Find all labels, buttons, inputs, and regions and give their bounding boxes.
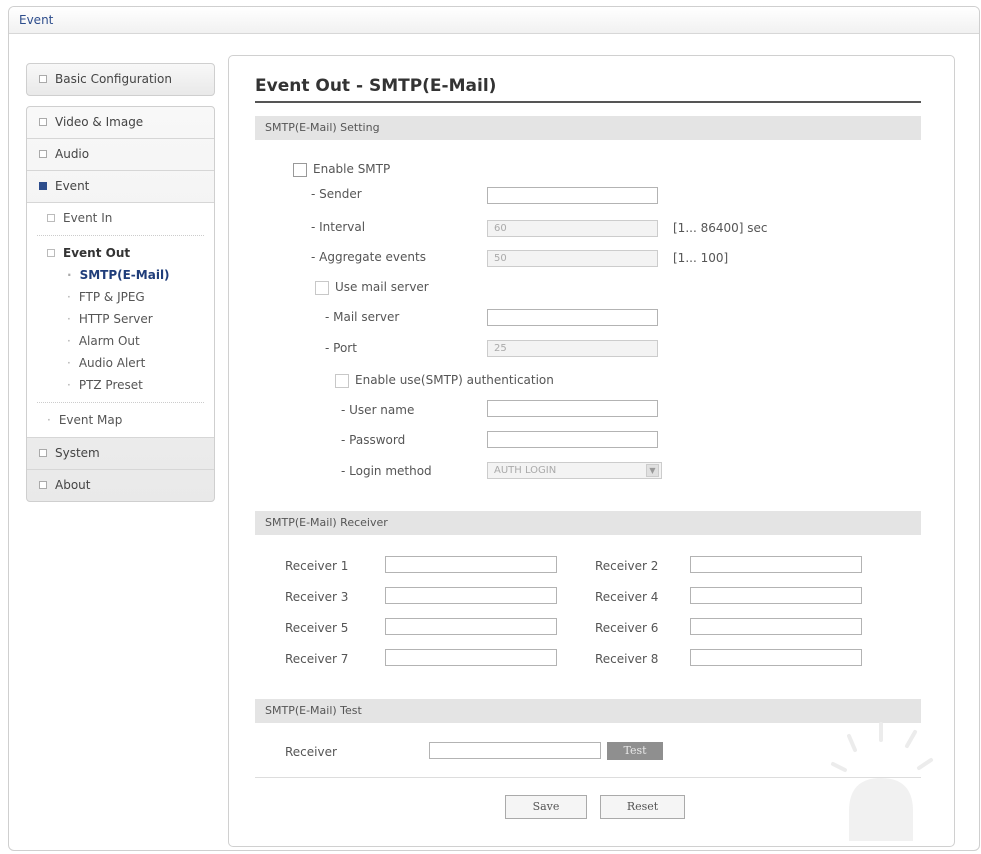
receiver-8-label: Receiver 8 xyxy=(595,652,659,666)
use-mail-server-label: Use mail server xyxy=(335,280,429,294)
reset-button[interactable]: Reset xyxy=(600,795,685,819)
sidebar-item-alarm-out[interactable]: · Alarm Out xyxy=(27,330,214,352)
expand-icon xyxy=(39,74,47,83)
section-header-setting: SMTP(E-Mail) Setting xyxy=(255,116,921,140)
aggregate-events-range: [1... 100] xyxy=(673,251,729,265)
password-input[interactable] xyxy=(487,431,658,448)
alarm-bell-icon xyxy=(831,722,933,841)
sidebar-item-ptz-preset[interactable]: · PTZ Preset xyxy=(27,374,214,396)
receiver-1-label: Receiver 1 xyxy=(285,559,349,573)
test-receiver-input[interactable] xyxy=(429,742,601,759)
sender-label: - Sender xyxy=(311,187,362,201)
mail-server-label: - Mail server xyxy=(325,310,400,324)
test-receiver-label: Receiver xyxy=(285,745,337,759)
divider xyxy=(255,777,921,778)
main-panel: Event Out - SMTP(E-Mail) SMTP(E-Mail) Se… xyxy=(228,55,955,847)
receiver-7-label: Receiver 7 xyxy=(285,652,349,666)
sidebar-item-event[interactable]: Event xyxy=(27,171,214,203)
sidebar-item-smtp[interactable]: · SMTP(E-Mail) xyxy=(27,264,214,286)
sidebar-item-video-image[interactable]: Video & Image xyxy=(27,107,214,139)
sidebar-item-audio[interactable]: Audio xyxy=(27,139,214,171)
expand-icon xyxy=(39,149,47,158)
sidebar-item-event-out[interactable]: Event Out xyxy=(27,242,214,264)
receiver-4-label: Receiver 4 xyxy=(595,590,659,604)
use-mail-server-checkbox[interactable] xyxy=(315,281,329,295)
receiver-3-input[interactable] xyxy=(385,587,557,604)
port-label: - Port xyxy=(325,341,357,355)
enable-auth-checkbox[interactable] xyxy=(335,374,349,388)
interval-range: [1... 86400] sec xyxy=(673,221,768,235)
save-button[interactable]: Save xyxy=(505,795,587,819)
collapse-icon xyxy=(47,248,55,257)
sidebar-event-submenu: Event In Event Out · SMTP(E-Mail) · FTP & … xyxy=(27,203,214,438)
page-title: Event Out - SMTP(E-Mail) xyxy=(255,76,497,96)
receiver-4-input[interactable] xyxy=(690,587,862,604)
login-method-select[interactable]: AUTH LOGIN ▼ xyxy=(487,462,662,479)
section-header-receiver: SMTP(E-Mail) Receiver xyxy=(255,511,921,535)
receiver-7-input[interactable] xyxy=(385,649,557,666)
expand-icon xyxy=(47,213,55,222)
receiver-1-input[interactable] xyxy=(385,556,557,573)
receiver-2-input[interactable] xyxy=(690,556,862,573)
aggregate-events-input[interactable]: 50 xyxy=(487,250,658,267)
receiver-5-label: Receiver 5 xyxy=(285,621,349,635)
port-input[interactable]: 25 xyxy=(487,340,658,357)
window-title: Event xyxy=(9,7,979,34)
receiver-3-label: Receiver 3 xyxy=(285,590,349,604)
expand-icon xyxy=(39,480,47,489)
test-button[interactable]: Test xyxy=(607,742,663,760)
divider xyxy=(37,402,204,403)
sidebar-item-ftp-jpeg[interactable]: · FTP & JPEG xyxy=(27,286,214,308)
aggregate-events-label: - Aggregate events xyxy=(311,250,426,264)
sidebar-item-basic-configuration[interactable]: Basic Configuration xyxy=(27,64,214,95)
expand-icon xyxy=(39,117,47,126)
collapse-icon xyxy=(39,181,47,190)
sender-input[interactable] xyxy=(487,187,658,204)
receiver-8-input[interactable] xyxy=(690,649,862,666)
sidebar-item-audio-alert[interactable]: · Audio Alert xyxy=(27,352,214,374)
enable-smtp-label: Enable SMTP xyxy=(313,162,391,176)
expand-icon xyxy=(39,448,47,457)
sidebar-item-event-map[interactable]: · Event Map xyxy=(27,409,214,431)
sidebar-basic-block: Basic Configuration xyxy=(26,63,215,96)
sidebar-item-http-server[interactable]: · HTTP Server xyxy=(27,308,214,330)
interval-input[interactable]: 60 xyxy=(487,220,658,237)
receiver-5-input[interactable] xyxy=(385,618,557,635)
divider xyxy=(37,235,204,236)
sidebar-item-about[interactable]: About xyxy=(27,470,214,501)
receiver-6-label: Receiver 6 xyxy=(595,621,659,635)
receiver-2-label: Receiver 2 xyxy=(595,559,659,573)
chevron-down-icon: ▼ xyxy=(646,464,659,477)
user-name-label: - User name xyxy=(341,403,415,417)
enable-smtp-checkbox[interactable] xyxy=(293,163,307,177)
interval-label: - Interval xyxy=(311,220,366,234)
title-divider xyxy=(255,101,921,103)
user-name-input[interactable] xyxy=(487,400,658,417)
sidebar-item-event-in[interactable]: Event In xyxy=(27,207,214,229)
sidebar-item-system[interactable]: System xyxy=(27,438,214,470)
mail-server-input[interactable] xyxy=(487,309,658,326)
sidebar-menu: Video & Image Audio Event Event In Event… xyxy=(26,106,215,502)
receiver-6-input[interactable] xyxy=(690,618,862,635)
enable-auth-label: Enable use(SMTP) authentication xyxy=(355,373,554,387)
login-method-label: - Login method xyxy=(341,464,432,478)
password-label: - Password xyxy=(341,433,406,447)
